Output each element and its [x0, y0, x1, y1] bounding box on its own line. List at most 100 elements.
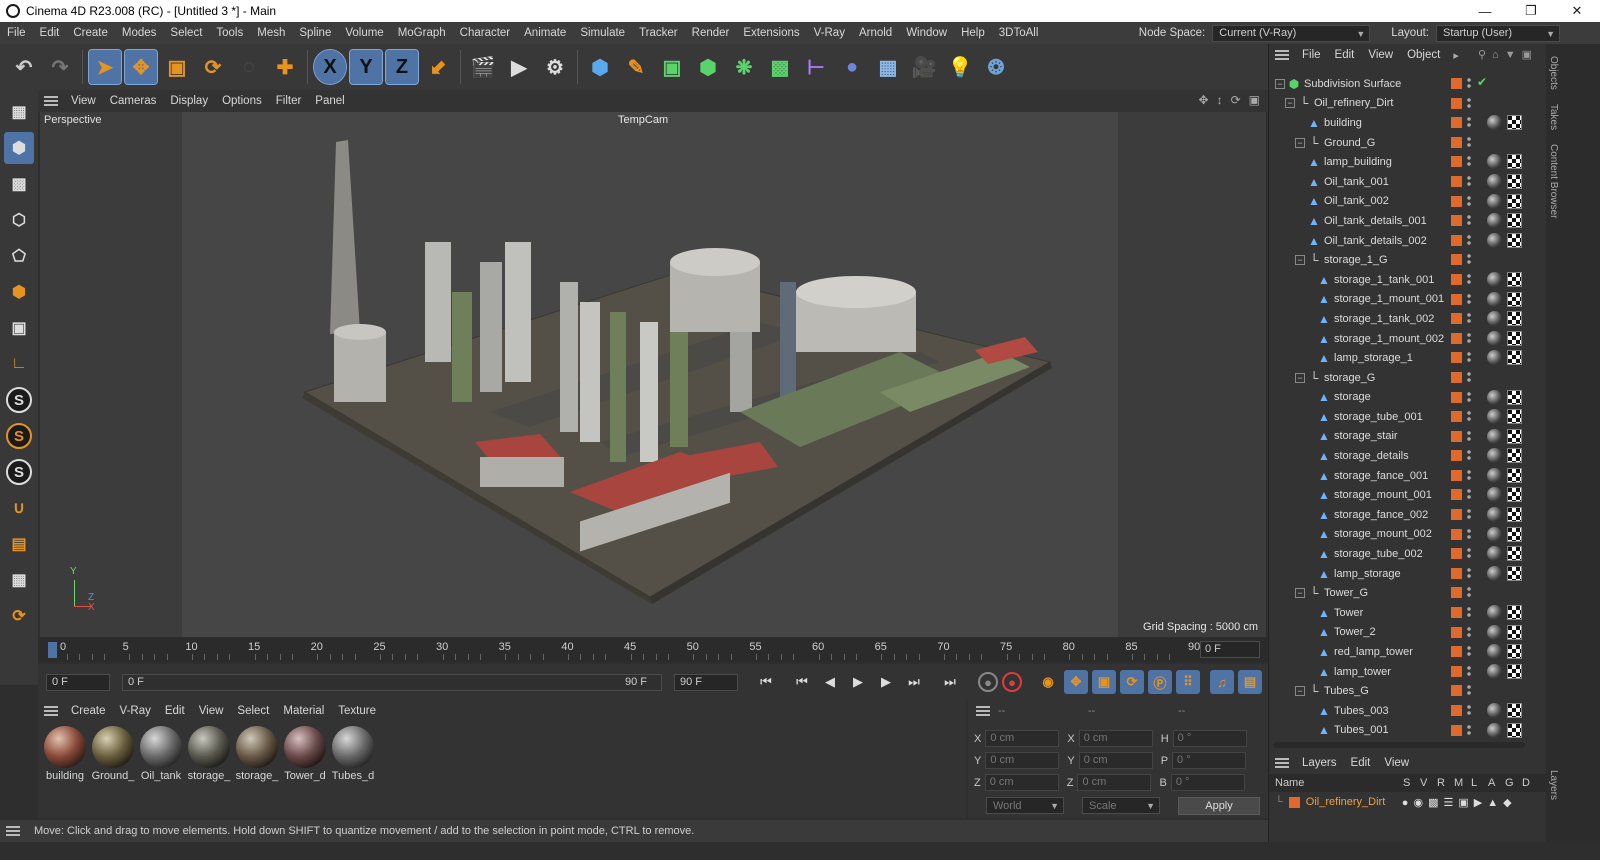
object-name[interactable]: storage_1_tank_001: [1334, 274, 1434, 286]
size-x-field[interactable]: 0 cm: [1078, 730, 1153, 747]
menu-3dtoall[interactable]: 3DToAll: [992, 27, 1046, 39]
previous-key-icon[interactable]: ⏮: [790, 670, 814, 694]
viewport-menu-view[interactable]: View: [64, 95, 103, 107]
collapse-icon[interactable]: −: [1295, 255, 1305, 266]
visibility-dots-icon[interactable]: [1467, 155, 1471, 168]
viewport-camera-label[interactable]: TempCam: [618, 114, 668, 126]
menu-file[interactable]: File: [0, 27, 33, 39]
object-tree-row[interactable]: ▲ red_lamp_tower: [1269, 642, 1535, 662]
object-tree-row[interactable]: ▲ storage_tube_001: [1269, 407, 1535, 427]
menu-animate[interactable]: Animate: [517, 27, 573, 39]
pan-view-icon[interactable]: ✥: [1199, 93, 1209, 107]
node-space-dropdown[interactable]: Current (V-Ray) ▼: [1212, 24, 1371, 42]
material-tag-icon[interactable]: [1487, 409, 1502, 425]
visibility-dots-icon[interactable]: [1467, 194, 1471, 207]
deformer-icon[interactable]: ⊢: [800, 50, 832, 84]
restore-icon[interactable]: ❐: [1508, 0, 1554, 22]
object-name[interactable]: red_lamp_tower: [1334, 646, 1413, 658]
render-to-picture-viewer-icon[interactable]: ▶: [503, 50, 535, 84]
layer-name[interactable]: Oil_refinery_Dirt: [1306, 796, 1402, 808]
menu-window[interactable]: Window: [899, 27, 954, 39]
layer-menu-layers[interactable]: Layers: [1295, 757, 1344, 769]
material-tag-icon[interactable]: [1487, 154, 1502, 170]
viewport-3d[interactable]: Perspective TempCam Grid Spacing : 5000 …: [40, 112, 1266, 637]
object-menu-view[interactable]: View: [1361, 49, 1400, 61]
visibility-dots-icon[interactable]: [1467, 547, 1471, 560]
go-to-start-icon[interactable]: ⏮: [754, 670, 778, 694]
object-tree-row[interactable]: ▲ Oil_tank_details_001: [1269, 211, 1535, 231]
recent-tool-icon[interactable]: ◌: [233, 50, 265, 84]
snap-workplane-icon[interactable]: S: [6, 459, 32, 485]
material-menu-edit[interactable]: Edit: [158, 705, 192, 717]
uvw-tag-icon[interactable]: [1507, 663, 1522, 679]
visibility-dots-icon[interactable]: [1467, 351, 1471, 364]
object-name[interactable]: lamp_building: [1324, 156, 1392, 168]
material-item[interactable]: storage_: [234, 726, 280, 782]
material-tag-icon[interactable]: [1487, 526, 1502, 542]
animation-icon[interactable]: ▶: [1474, 797, 1487, 809]
cube-object-icon[interactable]: ⬢: [584, 50, 616, 84]
uvw-tag-icon[interactable]: [1507, 703, 1522, 718]
menu-render[interactable]: Render: [685, 27, 737, 39]
material-tag-icon[interactable]: [1487, 193, 1502, 209]
viewport-menu-panel[interactable]: Panel: [308, 95, 351, 107]
object-name[interactable]: lamp_storage_1: [1334, 352, 1413, 364]
menu-mograph[interactable]: MoGraph: [391, 27, 453, 39]
menu-arnold[interactable]: Arnold: [852, 27, 899, 39]
material-tag-icon[interactable]: [1487, 703, 1502, 718]
object-tree-row[interactable]: ▲ lamp_storage: [1269, 564, 1535, 584]
object-name[interactable]: storage_details: [1334, 450, 1409, 462]
uvw-tag-icon[interactable]: [1507, 350, 1522, 366]
object-tree-row[interactable]: − └ storage_1_G: [1269, 250, 1535, 270]
object-tree-row[interactable]: ▲ storage_mount_002: [1269, 525, 1535, 545]
subdivision-generator-icon[interactable]: ▣: [656, 50, 688, 84]
material-tag-icon[interactable]: [1487, 271, 1502, 287]
collapse-icon[interactable]: −: [1295, 588, 1305, 599]
uvw-tag-icon[interactable]: [1507, 526, 1522, 542]
material-tag-icon[interactable]: [1487, 330, 1502, 346]
uvw-tag-icon[interactable]: [1507, 624, 1522, 640]
layer-color-swatch[interactable]: [1451, 646, 1462, 658]
object-name[interactable]: storage: [1334, 391, 1371, 403]
uvw-tag-icon[interactable]: [1507, 428, 1522, 444]
layer-color-swatch[interactable]: [1451, 352, 1462, 364]
menu-create[interactable]: Create: [66, 27, 115, 39]
uvw-tag-icon[interactable]: [1507, 193, 1522, 209]
object-tree-row[interactable]: − └ storage_G: [1269, 368, 1535, 388]
visibility-dots-icon[interactable]: [1467, 272, 1471, 285]
uvw-tag-icon[interactable]: [1507, 232, 1522, 248]
uvw-tag-icon[interactable]: [1507, 115, 1522, 131]
coordinate-space-dropdown[interactable]: World ▼: [986, 797, 1064, 814]
uvw-tag-icon[interactable]: [1507, 565, 1522, 581]
render-view-icon[interactable]: 🎬: [467, 50, 499, 84]
home-icon[interactable]: ⌂: [1492, 49, 1505, 61]
close-icon[interactable]: ✕: [1554, 0, 1600, 22]
object-tree-row[interactable]: ▲ lamp_storage_1: [1269, 348, 1535, 368]
visibility-dots-icon[interactable]: [1467, 174, 1471, 187]
material-menu-view[interactable]: View: [192, 705, 231, 717]
object-name[interactable]: Tower_2: [1334, 626, 1376, 638]
material-tag-icon[interactable]: [1487, 115, 1502, 131]
uvw-tag-icon[interactable]: [1507, 546, 1522, 562]
visibility-dots-icon[interactable]: [1467, 116, 1471, 129]
position-x-field[interactable]: 0 cm: [985, 730, 1060, 747]
object-name[interactable]: Oil_tank_details_001: [1324, 215, 1427, 227]
parameter-key-icon[interactable]: Ⓟ: [1148, 670, 1172, 694]
object-tree-row[interactable]: ▲ storage_1_tank_002: [1269, 309, 1535, 329]
visibility-dots-icon[interactable]: [1467, 449, 1471, 462]
material-tag-icon[interactable]: [1487, 546, 1502, 562]
end-frame-field[interactable]: 90 F: [674, 673, 738, 691]
uvw-tag-icon[interactable]: [1507, 154, 1522, 170]
lock-icon[interactable]: ▣: [1458, 797, 1473, 809]
start-frame-field[interactable]: 0 F: [46, 673, 110, 691]
size-z-field[interactable]: 0 cm: [1077, 774, 1152, 791]
object-tree-hscrollbar[interactable]: [1273, 742, 1525, 748]
object-name[interactable]: Ground_G: [1324, 137, 1375, 149]
apply-button[interactable]: Apply: [1178, 797, 1260, 815]
layer-color-swatch[interactable]: [1451, 254, 1462, 266]
layer-color-swatch[interactable]: [1451, 332, 1462, 344]
visibility-dots-icon[interactable]: [1467, 468, 1471, 481]
rotate-tool-icon[interactable]: ⟳: [197, 50, 229, 84]
material-tag-icon[interactable]: [1487, 448, 1502, 464]
rotation-key-icon[interactable]: ⟳: [1120, 670, 1144, 694]
